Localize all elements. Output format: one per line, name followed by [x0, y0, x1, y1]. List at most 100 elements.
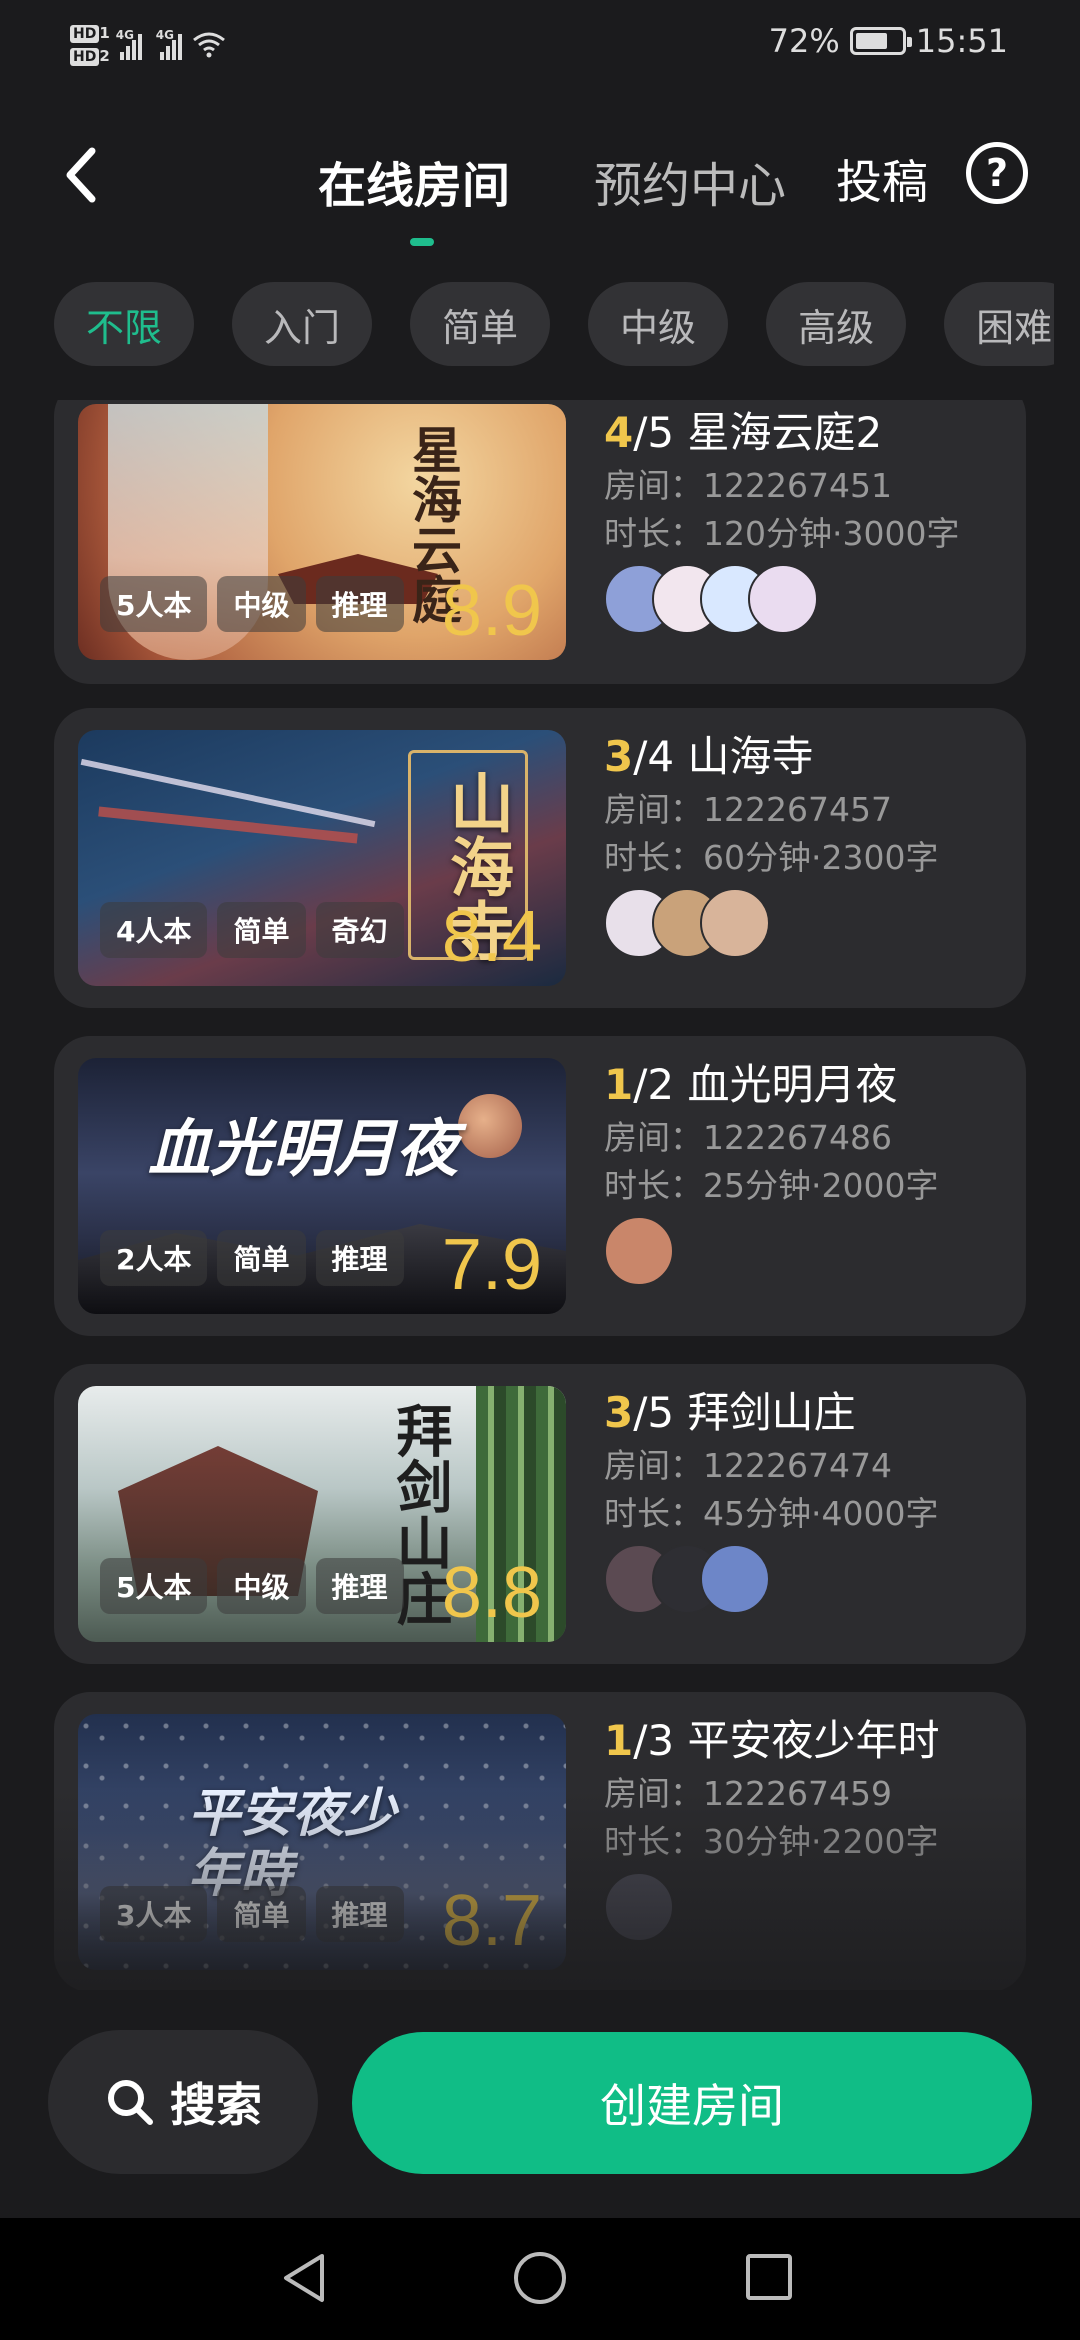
filter-beginner[interactable]: 入门: [232, 282, 373, 366]
system-nav-bar: [0, 2218, 1080, 2340]
room-duration: 时长：25分钟·2000字: [604, 1166, 939, 1205]
room-duration: 时长：60分钟·2300字: [604, 838, 939, 877]
room-card[interactable]: 血光明月夜 2人本 简单 推理 7.9 1/2 血光明月夜 房间：1222674…: [54, 1036, 1026, 1336]
room-title: 1/3 平安夜少年时: [604, 1716, 940, 1765]
room-title: 1/2 血光明月夜: [604, 1060, 898, 1109]
room-duration: 时长：120分钟·3000字: [604, 514, 960, 553]
room-score: 7.9: [441, 1225, 542, 1305]
search-label: 搜索: [170, 2078, 262, 2132]
status-right: 72% 15:51: [769, 22, 1008, 60]
nav-home-icon[interactable]: [514, 2252, 566, 2304]
hd1-badge: HD 1: [70, 24, 110, 43]
signal-icon: 4G: [116, 28, 142, 60]
tag: 推理: [315, 1558, 404, 1614]
filter-medium[interactable]: 中级: [588, 282, 729, 366]
room-title: 3/4 山海寺: [604, 732, 814, 781]
tag: 3人本: [100, 1886, 208, 1942]
tag: 推理: [315, 576, 404, 632]
room-id: 房间：122267486: [604, 1118, 892, 1157]
chevron-left-icon: [66, 147, 96, 203]
room-info: 1/2 血光明月夜 房间：122267486 时长：25分钟·2000字: [604, 1056, 1014, 1288]
room-list: 星海云庭 5人本 中级 推理 8.9 4/5 星海云庭2 房间：12226745…: [0, 400, 1080, 1990]
hd2-badge: HD 2: [70, 47, 110, 66]
avatar: [700, 888, 770, 958]
nav-back-icon[interactable]: [278, 2250, 330, 2306]
cover-tags: 2人本 简单 推理: [100, 1230, 404, 1286]
room-cover: 拜剑山庄 5人本 中级 推理 8.8: [78, 1386, 566, 1642]
room-duration: 时长：45分钟·4000字: [604, 1494, 939, 1533]
signal-icon-2: 4G: [156, 28, 182, 60]
room-card[interactable]: 拜剑山庄 5人本 中级 推理 8.8 3/5 拜剑山庄 房间：122267474…: [54, 1364, 1026, 1664]
contribute-button[interactable]: 投稿: [836, 146, 928, 212]
room-info: 3/5 拜剑山庄 房间：122267474 时长：45分钟·4000字: [604, 1384, 1014, 1616]
player-avatars: [604, 1872, 1014, 1944]
tab-indicator: [410, 238, 434, 246]
filter-all[interactable]: 不限: [54, 282, 195, 366]
room-cover: 平安夜少年時 3人本 简单 推理 8.7: [78, 1714, 566, 1970]
difficulty-filters: 不限 入门 简单 中级 高级 困难: [54, 282, 1054, 368]
clock: 15:51: [915, 22, 1008, 60]
room-title: 4/5 星海云庭2: [604, 408, 883, 457]
status-left: HD 1 HD 2 4G 4G: [70, 16, 226, 74]
filter-easy[interactable]: 简单: [410, 282, 551, 366]
back-button[interactable]: [50, 140, 110, 210]
room-id: 房间：122267457: [604, 790, 892, 829]
room-score: 8.9: [441, 571, 542, 651]
player-avatars: [604, 888, 1014, 960]
tab-reservation-center[interactable]: 预约中心: [594, 146, 786, 216]
player-avatars: [604, 1216, 1014, 1288]
room-id: 房间：122267451: [604, 466, 892, 505]
room-cover: 山海寺 4人本 简单 奇幻 8.4: [78, 730, 566, 986]
cover-tags: 5人本 中级 推理: [100, 576, 404, 632]
tag: 推理: [315, 1886, 404, 1942]
room-info: 3/4 山海寺 房间：122267457 时长：60分钟·2300字: [604, 728, 1014, 960]
create-room-button[interactable]: 创建房间: [352, 2032, 1032, 2174]
search-button[interactable]: 搜索: [48, 2030, 318, 2174]
avatar: [748, 564, 818, 634]
wifi-icon: [192, 32, 225, 58]
room-score: 8.4: [441, 897, 542, 977]
avatar: [604, 1216, 674, 1286]
room-score: 8.8: [441, 1553, 542, 1633]
tag: 5人本: [100, 1558, 208, 1614]
room-duration: 时长：30分钟·2200字: [604, 1822, 939, 1861]
nav-recents-icon[interactable]: [746, 2254, 792, 2300]
tag: 中级: [217, 576, 306, 632]
tag: 简单: [217, 1886, 306, 1942]
room-id: 房间：122267459: [604, 1774, 892, 1813]
room-card[interactable]: 星海云庭 5人本 中级 推理 8.9 4/5 星海云庭2 房间：12226745…: [54, 400, 1026, 684]
battery-level: [855, 33, 888, 49]
avatar: [604, 1872, 674, 1942]
battery-percent: 72%: [768, 22, 840, 60]
tag: 推理: [315, 1230, 404, 1286]
cover-tags: 5人本 中级 推理: [100, 1558, 404, 1614]
tag: 中级: [217, 1558, 306, 1614]
room-id: 房间：122267474: [604, 1446, 892, 1485]
room-title: 3/5 拜剑山庄: [604, 1388, 856, 1437]
player-avatars: [604, 1544, 1014, 1616]
room-score: 8.7: [441, 1881, 542, 1961]
filter-hard[interactable]: 困难: [944, 282, 1054, 366]
cover-title: 血光明月夜: [148, 1112, 459, 1185]
tag: 简单: [217, 902, 306, 958]
header: 在线房间 预约中心 投稿 ?: [0, 120, 1080, 250]
tag: 奇幻: [315, 902, 404, 958]
room-card[interactable]: 平安夜少年時 3人本 简单 推理 8.7 1/3 平安夜少年时 房间：12226…: [54, 1692, 1026, 1990]
cover-tags: 3人本 简单 推理: [100, 1886, 404, 1942]
tag: 2人本: [100, 1230, 208, 1286]
help-icon[interactable]: ?: [966, 142, 1028, 204]
room-info: 1/3 平安夜少年时 房间：122267459 时长：30分钟·2200字: [604, 1712, 1014, 1944]
status-bar: HD 1 HD 2 4G 4G 72% 15:51: [0, 0, 1080, 90]
filter-advanced[interactable]: 高级: [766, 282, 907, 366]
cover-tags: 4人本 简单 奇幻: [100, 902, 404, 958]
battery-icon: [849, 27, 912, 55]
room-card[interactable]: 山海寺 4人本 简单 奇幻 8.4 3/4 山海寺 房间：122267457 时…: [54, 708, 1026, 1008]
search-icon: [108, 2080, 153, 2125]
room-cover: 星海云庭 5人本 中级 推理 8.9: [78, 404, 566, 660]
tab-online-rooms[interactable]: 在线房间: [318, 146, 510, 216]
room-cover: 血光明月夜 2人本 简单 推理 7.9: [78, 1058, 566, 1314]
player-avatars: [604, 564, 1014, 636]
hd-indicators: HD 1 HD 2: [70, 24, 110, 66]
room-info: 4/5 星海云庭2 房间：122267451 时长：120分钟·3000字: [604, 404, 1014, 636]
tag: 4人本: [100, 902, 208, 958]
